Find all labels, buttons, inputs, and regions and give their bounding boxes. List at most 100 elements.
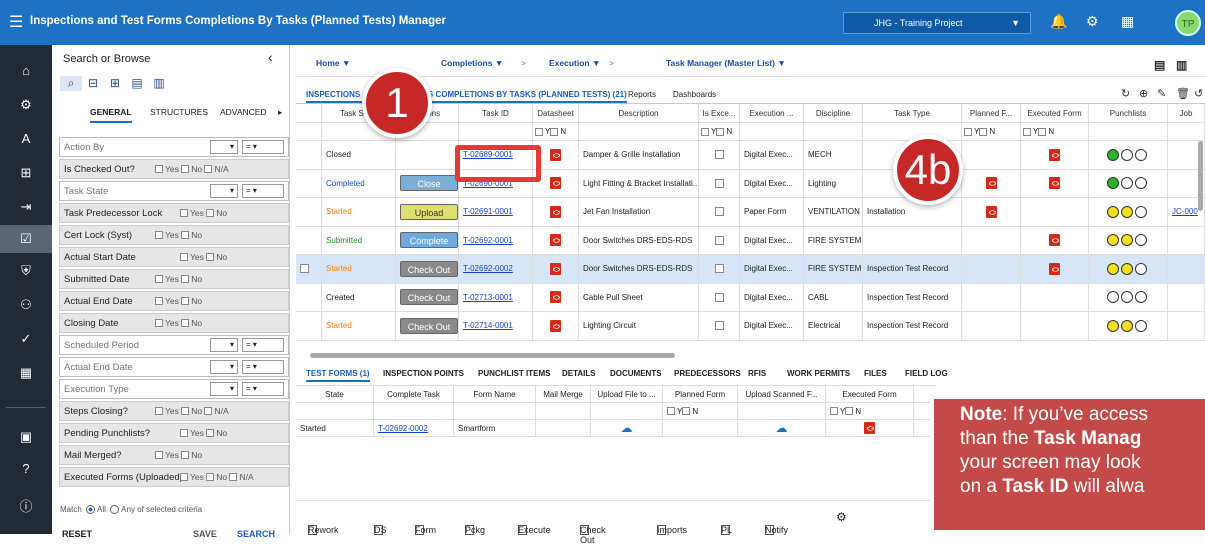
undo-icon[interactable]: ↺ — [1194, 87, 1203, 100]
filter-yes-checkbox[interactable] — [535, 127, 543, 136]
filter-yes-checkbox[interactable] — [830, 407, 838, 415]
task-id-link[interactable]: T-02714-0001 — [463, 321, 513, 330]
yes-checkbox[interactable] — [155, 407, 163, 415]
filter-row[interactable]: Executed Forms (Uploaded)? Yes No N/A — [59, 467, 289, 487]
crumb-completions[interactable]: Completions ▼ — [441, 58, 503, 68]
filter-value-dropdown[interactable]: ▾ — [210, 360, 238, 374]
crumb-execution[interactable]: Execution ▼ — [549, 58, 600, 68]
na-checkbox[interactable] — [204, 165, 213, 173]
pdf-icon[interactable] — [985, 205, 997, 218]
no-checkbox[interactable] — [181, 165, 190, 173]
filter-yes-checkbox[interactable] — [701, 127, 709, 136]
edit-icon[interactable]: ✎ — [1157, 87, 1166, 100]
detail-tab[interactable]: FILES — [864, 369, 887, 378]
tab-reports[interactable]: Reports — [628, 90, 656, 99]
column-header[interactable]: Punchlists — [1089, 104, 1168, 122]
column-filter[interactable] — [740, 123, 804, 140]
pdf-icon[interactable] — [1049, 262, 1060, 275]
filter-row[interactable]: Scheduled Period ▾ = ▾ — [59, 335, 289, 355]
people-icon[interactable]: ⚇ — [0, 291, 52, 319]
column-header[interactable]: Upload File to ... — [591, 386, 663, 402]
dashboard-icon[interactable]: ▦ — [0, 359, 52, 387]
column-filter[interactable] — [296, 403, 374, 419]
tab-dashboards[interactable]: Dashboards — [673, 90, 716, 99]
filter-row[interactable]: Actual Start Date Yes No — [59, 247, 289, 267]
na-checkbox[interactable] — [229, 473, 238, 481]
upload-cloud-icon[interactable]: ☁ — [621, 421, 633, 435]
yes-checkbox[interactable] — [155, 451, 163, 459]
reset-button[interactable]: RESET — [62, 529, 92, 539]
column-filter[interactable] — [374, 403, 454, 419]
task-id-link[interactable]: T-02691-0001 — [463, 207, 513, 216]
no-checkbox[interactable] — [181, 231, 190, 239]
job-link[interactable]: JC-000 — [1172, 207, 1198, 216]
column-header[interactable]: Task ID — [459, 104, 533, 122]
no-checkbox[interactable] — [206, 429, 215, 437]
yes-checkbox[interactable] — [155, 319, 163, 327]
detail-tab[interactable]: PUNCHLIST ITEMS — [478, 369, 550, 378]
filter-operator-dropdown[interactable]: = ▾ — [242, 382, 284, 396]
detail-tab[interactable]: RFIS — [748, 369, 766, 378]
vertical-scrollbar[interactable] — [1198, 141, 1203, 211]
save-button[interactable]: SAVE — [193, 529, 217, 539]
no-checkbox[interactable] — [206, 473, 215, 481]
row-select[interactable] — [296, 169, 322, 197]
column-filter[interactable] — [1168, 123, 1205, 140]
search-button[interactable]: SEARCH — [237, 529, 275, 539]
column-filter[interactable]: YN — [1021, 123, 1089, 140]
camera-icon[interactable]: ▣ — [0, 423, 52, 451]
action-button[interactable]: Upload — [400, 203, 458, 220]
task-id-link[interactable]: T-02713-0001 — [463, 293, 513, 302]
hierarchy-icon[interactable]: ⊞ — [0, 159, 52, 187]
tab-inspections[interactable]: INSPECTIONS AND TEST FORMS COMPLETIONS B… — [306, 90, 627, 103]
no-checkbox[interactable] — [206, 253, 215, 261]
layout-icon[interactable]: ▤ — [1154, 58, 1165, 72]
completions-icon[interactable]: ☑ — [0, 225, 52, 253]
column-filter[interactable] — [454, 403, 536, 419]
filter-operator-dropdown[interactable]: = ▾ — [242, 184, 284, 198]
column-filter[interactable]: YN — [699, 123, 740, 140]
avatar[interactable]: TP — [1175, 10, 1201, 36]
detail-tab[interactable]: INSPECTION POINTS — [383, 369, 464, 378]
no-checkbox[interactable] — [181, 407, 190, 415]
apps-grid-icon[interactable]: ▦ — [1121, 13, 1134, 30]
row-select[interactable] — [296, 312, 322, 340]
filter-row[interactable]: Cert Lock (Syst) Yes No — [59, 225, 289, 245]
no-checkbox[interactable] — [181, 297, 190, 305]
detail-tab[interactable]: PREDECESSORS — [674, 369, 741, 378]
is-executed-checkbox[interactable] — [714, 321, 724, 331]
project-selector[interactable]: JHG - Training Project ▼ — [843, 12, 1031, 34]
filter-yes-checkbox[interactable] — [964, 127, 972, 136]
yes-checkbox[interactable] — [155, 165, 163, 173]
column-filter[interactable]: YN — [533, 123, 579, 140]
is-executed-checkbox[interactable] — [714, 207, 724, 217]
filter-no-checkbox[interactable] — [550, 127, 559, 136]
pdf-icon[interactable] — [550, 205, 561, 218]
filter-row[interactable]: Is Checked Out? Yes No N/A — [59, 159, 289, 179]
column-filter[interactable]: YN — [663, 403, 738, 419]
column-header[interactable]: State — [296, 386, 374, 402]
filter-row[interactable]: Pending Punchlists? Yes No — [59, 423, 289, 443]
pdf-icon[interactable] — [1049, 177, 1060, 190]
complete-task-link[interactable]: T-02692-0002 — [378, 424, 428, 433]
filter-row[interactable]: Submitted Date Yes No — [59, 269, 289, 289]
filter-value-dropdown[interactable]: ▾ — [210, 338, 238, 352]
column-filter[interactable]: YN — [826, 403, 914, 419]
yes-checkbox[interactable] — [180, 209, 188, 217]
filter-operator-dropdown[interactable]: = ▾ — [242, 360, 284, 374]
no-checkbox[interactable] — [206, 209, 215, 217]
yes-checkbox[interactable] — [155, 231, 163, 239]
pdf-icon[interactable] — [985, 177, 997, 190]
column-filter[interactable] — [579, 123, 699, 140]
column-filter[interactable]: YN — [962, 123, 1021, 140]
column-filter[interactable] — [1089, 123, 1168, 140]
pdf-icon[interactable] — [1049, 234, 1060, 247]
column-header[interactable]: Executed Form — [1021, 104, 1089, 122]
column-header[interactable]: Execution ... — [740, 104, 804, 122]
refresh-icon[interactable]: ↻ — [1121, 87, 1130, 100]
no-checkbox[interactable] — [181, 319, 190, 327]
search-icon[interactable]: ⌕ — [60, 76, 82, 91]
bell-icon[interactable]: 🔔 — [1050, 13, 1067, 30]
add-icon[interactable]: ⊕ — [1139, 87, 1148, 100]
yes-checkbox[interactable] — [180, 473, 188, 481]
